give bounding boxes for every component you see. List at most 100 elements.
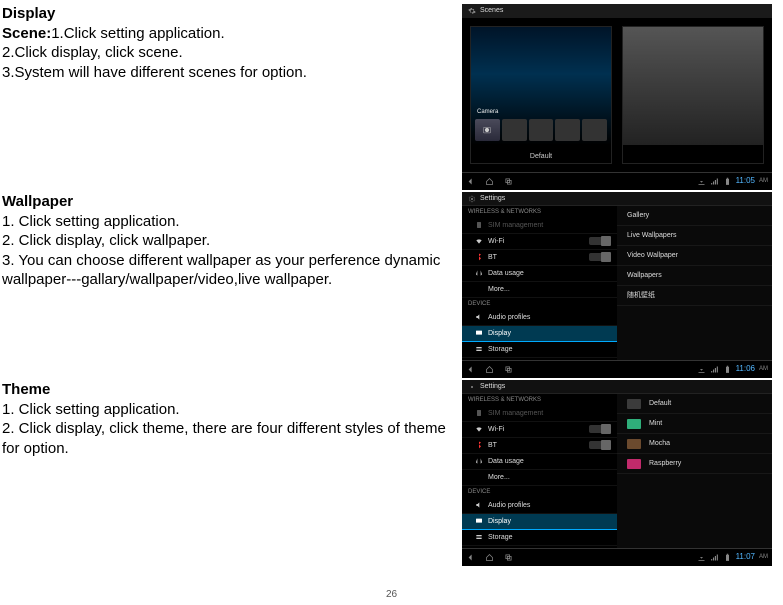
scene-step2: 2.Click display, click scene. — [2, 43, 458, 63]
display-icon — [475, 329, 483, 337]
cat-wireless: WIRELESS & NETWORKS — [462, 394, 617, 406]
scene-step3: 3.System will have different scenes for … — [2, 63, 458, 83]
page-number: 26 — [0, 588, 783, 601]
scene-card-blank — [622, 26, 764, 164]
item-display: Display — [462, 514, 617, 530]
theme-opt-mocha: Mocha — [617, 434, 772, 454]
home-icon — [485, 177, 494, 186]
download-icon — [697, 365, 706, 374]
theme-right-pane: Default Mint Mocha Raspberry — [617, 394, 772, 548]
wallpaper-opt-live: Live Wallpapers — [617, 226, 772, 246]
scenes-header: Scenes — [462, 4, 772, 18]
cat-device: DEVICE — [462, 486, 617, 498]
bluetooth-icon — [475, 441, 483, 449]
wallpaper-text: Wallpaper 1. Click setting application. … — [2, 192, 462, 378]
swatch-mocha — [627, 439, 641, 449]
wallpaper-right-pane: Gallery Live Wallpapers Video Wallpaper … — [617, 206, 772, 360]
item-sim: SIM management — [462, 406, 617, 422]
settings-left-pane: WIRELESS & NETWORKS SIM management Wi-Fi… — [462, 394, 617, 548]
download-icon — [697, 553, 706, 562]
item-bt: BT — [462, 250, 617, 266]
scene-default-label: Default — [471, 152, 611, 161]
swatch-raspberry — [627, 459, 641, 469]
recents-icon — [504, 553, 513, 562]
wifi-icon — [475, 425, 483, 433]
app-thumb — [529, 119, 554, 141]
scene-line1: Scene:1.Click setting application. — [2, 24, 458, 44]
signal-icon — [710, 365, 719, 374]
theme-step1: 1. Click setting application. — [2, 400, 458, 420]
camera-app-label: Camera — [477, 109, 498, 117]
swatch-default — [627, 399, 641, 409]
item-datausage: Data usage — [462, 454, 617, 470]
wallpaper-opt-gallery: Gallery — [617, 206, 772, 226]
wallpaper-opt-video: Video Wallpaper — [617, 246, 772, 266]
wallpaper-step3: 3. You can choose different wallpaper as… — [2, 251, 458, 290]
battery-icon — [723, 177, 732, 186]
settings-header: Settings — [462, 380, 772, 394]
clock-time: 11:05 — [736, 176, 755, 186]
clock-ampm: AM — [759, 366, 768, 374]
swatch-mint — [627, 419, 641, 429]
data-icon — [475, 457, 483, 465]
data-icon — [475, 269, 483, 277]
display-text: Display Scene:1.Click setting applicatio… — [2, 4, 462, 190]
wifi-switch — [589, 425, 611, 433]
settings-gear-icon — [468, 195, 476, 203]
camera-app-icon — [475, 119, 500, 141]
storage-icon — [475, 345, 483, 353]
wallpaper-step1: 1. Click setting application. — [2, 212, 458, 232]
section-display-scene: Display Scene:1.Click setting applicatio… — [2, 4, 783, 190]
storage-icon — [475, 533, 483, 541]
system-bar: 11:05 AM — [462, 172, 772, 190]
clock-ampm: AM — [759, 554, 768, 562]
system-bar: 11:06 AM — [462, 360, 772, 378]
bt-switch — [589, 253, 611, 261]
battery-icon — [723, 553, 732, 562]
item-more: More... — [462, 470, 617, 486]
screenshot-scenes: Scenes Camera — [462, 4, 772, 190]
wallpaper-step2: 2. Click display, click wallpaper. — [2, 231, 458, 251]
app-thumb — [555, 119, 580, 141]
wallpaper-heading: Wallpaper — [2, 192, 458, 212]
item-more: More... — [462, 282, 617, 298]
clock-time: 11:07 — [736, 552, 755, 562]
settings-header: Settings — [462, 192, 772, 206]
wallpaper-opt-random: 随机壁纸 — [617, 286, 772, 306]
audio-icon — [475, 501, 483, 509]
theme-step2: 2. Click display, click theme, there are… — [2, 419, 458, 458]
settings-title: Settings — [480, 382, 505, 391]
home-icon — [485, 553, 494, 562]
item-wifi: Wi-Fi — [462, 234, 617, 250]
scenes-title: Scenes — [480, 6, 503, 15]
item-sim: SIM management — [462, 218, 617, 234]
item-wifi: Wi-Fi — [462, 422, 617, 438]
sim-icon — [475, 221, 483, 229]
theme-text: Theme 1. Click setting application. 2. C… — [2, 380, 462, 566]
settings-gear-icon — [468, 383, 476, 391]
scene-label: Scene: — [2, 25, 51, 42]
cat-wireless: WIRELESS & NETWORKS — [462, 206, 617, 218]
back-icon — [466, 553, 475, 562]
bt-switch — [589, 441, 611, 449]
screenshot-theme: Settings WIRELESS & NETWORKS SIM managem… — [462, 380, 772, 566]
clock-time: 11:06 — [736, 364, 755, 374]
settings-title: Settings — [480, 194, 505, 203]
wallpaper-opt-wallpapers: Wallpapers — [617, 266, 772, 286]
theme-opt-raspberry: Raspberry — [617, 454, 772, 474]
item-datausage: Data usage — [462, 266, 617, 282]
back-icon — [466, 365, 475, 374]
screenshot-wallpaper: Settings WIRELESS & NETWORKS SIM managem… — [462, 192, 772, 378]
wifi-switch — [589, 237, 611, 245]
cat-device: DEVICE — [462, 298, 617, 310]
audio-icon — [475, 313, 483, 321]
battery-icon — [723, 365, 732, 374]
back-icon — [466, 177, 475, 186]
sim-icon — [475, 409, 483, 417]
display-heading: Display — [2, 4, 458, 24]
clock-ampm: AM — [759, 178, 768, 186]
recents-icon — [504, 365, 513, 374]
theme-opt-default: Default — [617, 394, 772, 414]
item-bt: BT — [462, 438, 617, 454]
system-bar: 11:07 AM — [462, 548, 772, 566]
